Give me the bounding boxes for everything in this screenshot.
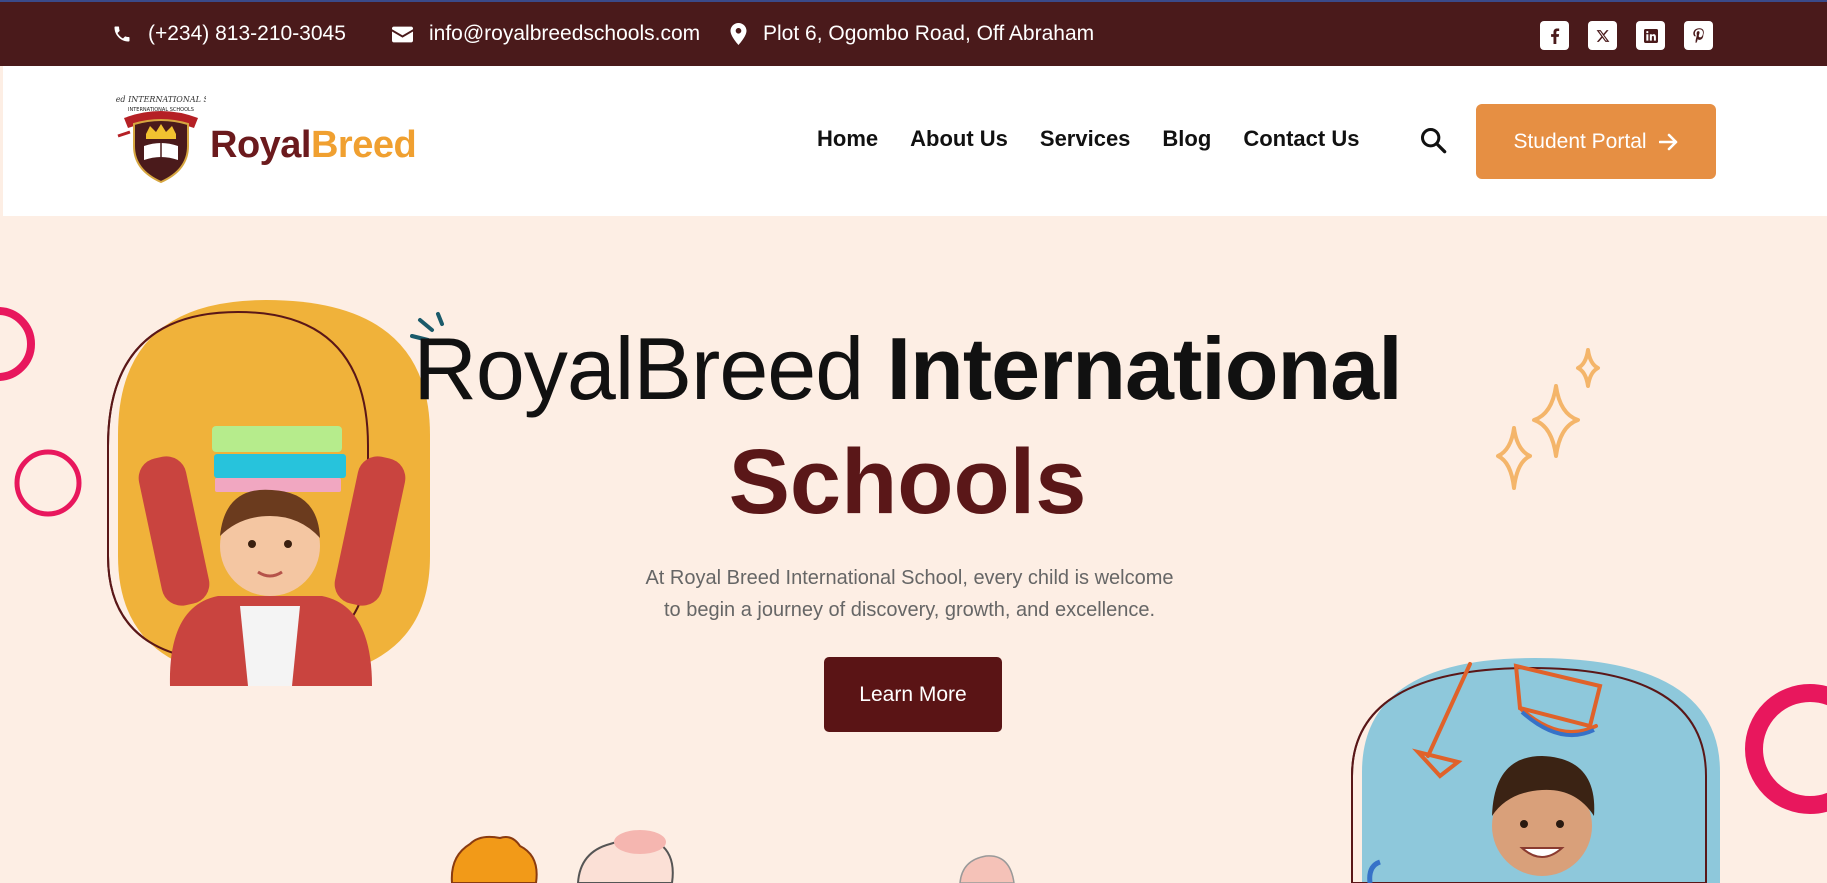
- email-contact[interactable]: info@royalbreedschools.com: [392, 2, 700, 66]
- svg-text:Royal Breed INTERNATIONAL SCHO: Royal Breed INTERNATIONAL SCHOOLS: [116, 95, 206, 104]
- hero-description-line1: At Royal Breed International School, eve…: [645, 567, 1174, 589]
- x-icon[interactable]: [1588, 21, 1617, 50]
- nav-home[interactable]: Home: [817, 126, 878, 152]
- hero-title-line1: RoyalBreed International: [0, 318, 1821, 420]
- student-portal-label: Student Portal: [1513, 129, 1647, 153]
- nav-services[interactable]: Services: [1040, 126, 1131, 152]
- search-button[interactable]: [1419, 126, 1447, 159]
- phone-number: (+234) 813-210-3045: [148, 22, 346, 45]
- main-nav: Home About Us Services Blog Contact Us: [817, 126, 1359, 152]
- pinterest-icon[interactable]: [1684, 21, 1713, 50]
- hero-decorations: [0, 300, 1827, 883]
- location-pin-icon: [730, 23, 747, 45]
- email-address: info@royalbreedschools.com: [429, 22, 701, 45]
- nav-contact-us[interactable]: Contact Us: [1243, 126, 1359, 152]
- logo-royal-text: Royal: [210, 123, 311, 166]
- hero-description-line2: to begin a journey of discovery, growth,…: [663, 599, 1156, 621]
- hero-title-light: RoyalBreed: [413, 319, 887, 418]
- smiling-boy-photo: [1351, 658, 1720, 883]
- envelope-icon: [392, 26, 413, 42]
- linkedin-icon[interactable]: [1636, 21, 1665, 50]
- student-portal-button[interactable]: Student Portal: [1476, 104, 1716, 179]
- learn-more-button[interactable]: Learn More: [824, 657, 1002, 732]
- address-contact: Plot 6, Ogombo Road, Off Abraham: [730, 2, 1094, 66]
- facebook-icon[interactable]: [1540, 21, 1569, 50]
- arrow-right-icon: [1658, 133, 1677, 150]
- phone-contact[interactable]: (+234) 813-210-3045: [112, 2, 346, 66]
- hero-title-bold: International: [886, 319, 1403, 418]
- social-links: [1540, 21, 1713, 50]
- phone-icon: [114, 26, 130, 42]
- search-icon: [1420, 127, 1447, 154]
- svg-text:INTERNATIONAL SCHOOLS: INTERNATIONAL SCHOOLS: [128, 107, 194, 113]
- address-text: Plot 6, Ogombo Road, Off Abraham: [763, 22, 1095, 45]
- top-contact-bar: (+234) 813-210-3045 info@royalbreedschoo…: [0, 0, 1827, 66]
- logo-wordmark: RoyalBreed: [210, 123, 417, 167]
- nav-about-us[interactable]: About Us: [910, 126, 1008, 152]
- school-crest-logo: Royal Breed INTERNATIONAL SCHOOLS INTERN…: [116, 95, 206, 184]
- logo-breed-text: Breed: [310, 123, 417, 166]
- site-logo[interactable]: Royal Breed INTERNATIONAL SCHOOLS INTERN…: [116, 94, 417, 186]
- site-header: Royal Breed INTERNATIONAL SCHOOLS INTERN…: [3, 66, 1827, 216]
- pink-ring-decor: [1745, 684, 1827, 814]
- cartoon-characters-decor: [450, 830, 1015, 883]
- nav-blog[interactable]: Blog: [1162, 126, 1211, 152]
- hero-description: At Royal Breed International School, eve…: [0, 562, 1823, 626]
- hero-title-line2: Schools: [728, 431, 1087, 533]
